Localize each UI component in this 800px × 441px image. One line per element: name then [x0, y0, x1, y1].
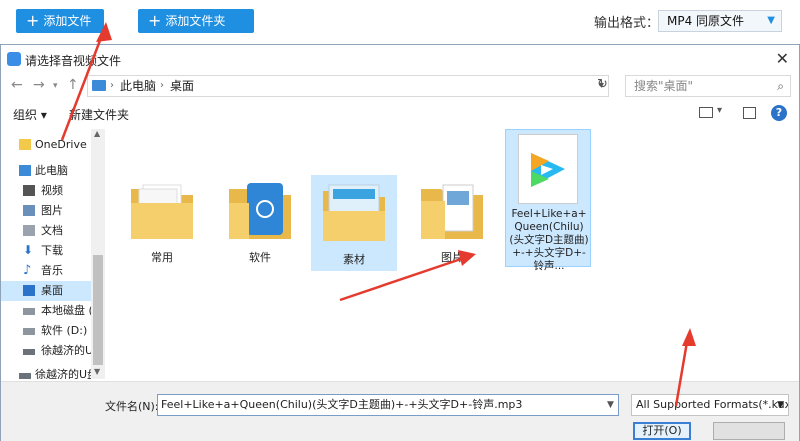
file-item-folder-common[interactable]: 常用 — [119, 173, 205, 273]
file-item-mp3[interactable]: Feel+Like+a+Queen(Chilu)(头文字D主题曲)+-+头文字D… — [505, 129, 591, 272]
add-file-button[interactable]: + 添加文件 — [16, 9, 104, 33]
file-type-value: All Supported Formats(*.kux — [636, 398, 789, 411]
computer-icon — [92, 80, 106, 91]
sidebar-item-software-drive[interactable]: 软件 (D:) — [1, 321, 91, 341]
close-icon[interactable]: ✕ — [776, 49, 789, 68]
file-name: Feel+Like+a+Queen(Chilu)(头文字D主题曲)+-+头文字D… — [509, 208, 589, 272]
chevron-down-icon: ▼ — [777, 400, 784, 410]
sidebar-scrollbar[interactable]: ▲ ▼ — [91, 129, 105, 379]
folder-icon — [421, 184, 483, 239]
computer-icon — [19, 165, 31, 176]
document-icon — [23, 225, 35, 236]
video-icon — [23, 185, 35, 196]
breadcrumb-desktop[interactable]: 桌面 — [170, 76, 194, 96]
file-list: 常用 软件 素材 图片 — [107, 129, 799, 379]
folder-icon — [323, 184, 385, 241]
view-options-icon[interactable] — [699, 107, 713, 118]
scrollbar-thumb[interactable] — [93, 255, 103, 365]
address-bar[interactable]: › 此电脑 › 桌面 ▾ — [87, 75, 609, 97]
open-button-label: 打开(O) — [642, 424, 682, 437]
file-type-select[interactable]: All Supported Formats(*.kux ▼ — [631, 394, 789, 416]
dialog-footer: 文件名(N): Feel+Like+a+Queen(Chilu)(头文字D主题曲… — [1, 381, 799, 441]
file-name: 常用 — [151, 251, 173, 264]
sidebar-item-onedrive[interactable]: OneDrive — [1, 135, 91, 155]
add-folder-button[interactable]: + 添加文件夹 — [138, 9, 254, 33]
chevron-down-icon[interactable]: ▼ — [607, 394, 621, 416]
scroll-down-icon[interactable]: ▼ — [94, 367, 100, 376]
sidebar-item-desktop[interactable]: 桌面 — [1, 281, 91, 301]
sidebar-item-videos[interactable]: 视频 — [1, 181, 91, 201]
file-name: 软件 — [249, 251, 271, 264]
plus-icon: + — [26, 11, 40, 30]
music-icon: ♪ — [23, 263, 32, 278]
navigation-bar: ← → ▾ ↑ › 此电脑 › 桌面 ▾ ↻ 搜索"桌面" ⌕ — [1, 73, 799, 99]
output-format-label: 输出格式： — [594, 16, 660, 31]
breadcrumb-this-pc[interactable]: 此电脑 — [120, 76, 156, 96]
recent-dropdown-icon[interactable]: ▾ — [53, 81, 58, 91]
organize-button[interactable]: 组织 ▾ — [13, 106, 47, 123]
file-name: 图片 — [441, 251, 463, 264]
dialog-toolbar: 组织 ▾ 新建文件夹 ▾ ? — [1, 101, 799, 127]
help-icon[interactable]: ? — [771, 105, 787, 121]
new-folder-button[interactable]: 新建文件夹 — [69, 106, 129, 123]
add-folder-label: 添加文件夹 — [165, 14, 226, 28]
breadcrumb-separator: › — [110, 80, 114, 91]
folder-icon — [229, 183, 291, 239]
folder-icon — [131, 184, 193, 239]
cancel-button[interactable] — [713, 422, 785, 440]
folder-icon — [19, 139, 31, 150]
chevron-down-icon: ▼ — [767, 15, 775, 26]
filename-label: 文件名(N): — [105, 400, 159, 413]
scroll-up-icon[interactable]: ▲ — [94, 129, 100, 138]
sidebar-item-documents[interactable]: 文档 — [1, 221, 91, 241]
file-item-folder-material[interactable]: 素材 — [311, 175, 397, 271]
sidebar-item-usb-drive[interactable]: 徐越济的U — [1, 341, 91, 361]
search-placeholder: 搜索"桌面" — [634, 79, 694, 93]
app-top-bar: + 添加文件 + 添加文件夹 输出格式： MP4 同原文件 ▼ — [0, 0, 800, 44]
file-item-folder-pictures[interactable]: 图片 — [409, 173, 495, 273]
app-icon — [7, 52, 21, 66]
dialog-titlebar: 请选择音视频文件 ✕ — [1, 45, 799, 73]
media-file-icon — [518, 134, 578, 204]
picture-icon — [23, 205, 35, 216]
forward-arrow-icon[interactable]: → — [33, 77, 45, 93]
sidebar-item-usb-drive-root[interactable]: 徐越济的U盘 — [1, 365, 91, 379]
dialog-title: 请选择音视频文件 — [25, 54, 122, 68]
search-input[interactable]: 搜索"桌面" ⌕ — [625, 75, 791, 97]
sidebar-item-downloads[interactable]: ⬇ 下载 — [1, 241, 91, 261]
download-icon: ⬇ — [23, 243, 34, 257]
file-name: 素材 — [343, 253, 365, 266]
usb-icon — [19, 373, 31, 379]
sidebar-item-this-pc[interactable]: 此电脑 — [1, 161, 91, 181]
search-icon: ⌕ — [777, 79, 784, 93]
usb-icon — [23, 349, 35, 355]
output-format-value: MP4 同原文件 — [667, 14, 745, 28]
file-item-folder-software[interactable]: 软件 — [217, 173, 303, 273]
sidebar-item-pictures[interactable]: 图片 — [1, 201, 91, 221]
open-button[interactable]: 打开(O) — [633, 422, 691, 440]
open-file-dialog: 请选择音视频文件 ✕ ← → ▾ ↑ › 此电脑 › 桌面 ▾ ↻ 搜索"桌面"… — [0, 44, 800, 441]
preview-pane-icon[interactable] — [743, 107, 756, 119]
drive-icon — [23, 308, 35, 315]
filename-value: Feel+Like+a+Queen(Chilu)(头文字D主题曲)+-+头文字D… — [161, 398, 523, 411]
chevron-down-icon[interactable]: ▾ — [717, 105, 722, 116]
up-arrow-icon[interactable]: ↑ — [67, 77, 79, 93]
breadcrumb-separator: › — [160, 80, 164, 91]
add-file-label: 添加文件 — [43, 14, 92, 28]
sidebar-item-local-disk[interactable]: 本地磁盘 ( — [1, 301, 91, 321]
refresh-icon[interactable]: ↻ — [597, 77, 608, 92]
desktop-icon — [23, 285, 35, 296]
navigation-pane: OneDrive 此电脑 视频 图片 文档 ⬇ 下载 ♪ 音乐 桌面 本地磁盘 … — [1, 129, 105, 379]
play-logo-icon — [531, 153, 565, 187]
plus-icon: + — [148, 11, 162, 30]
filename-input[interactable]: Feel+Like+a+Queen(Chilu)(头文字D主题曲)+-+头文字D… — [157, 394, 619, 416]
output-format-select[interactable]: MP4 同原文件 ▼ — [658, 10, 782, 32]
drive-icon — [23, 328, 35, 335]
back-arrow-icon[interactable]: ← — [11, 77, 23, 93]
sidebar-item-music[interactable]: ♪ 音乐 — [1, 261, 91, 281]
